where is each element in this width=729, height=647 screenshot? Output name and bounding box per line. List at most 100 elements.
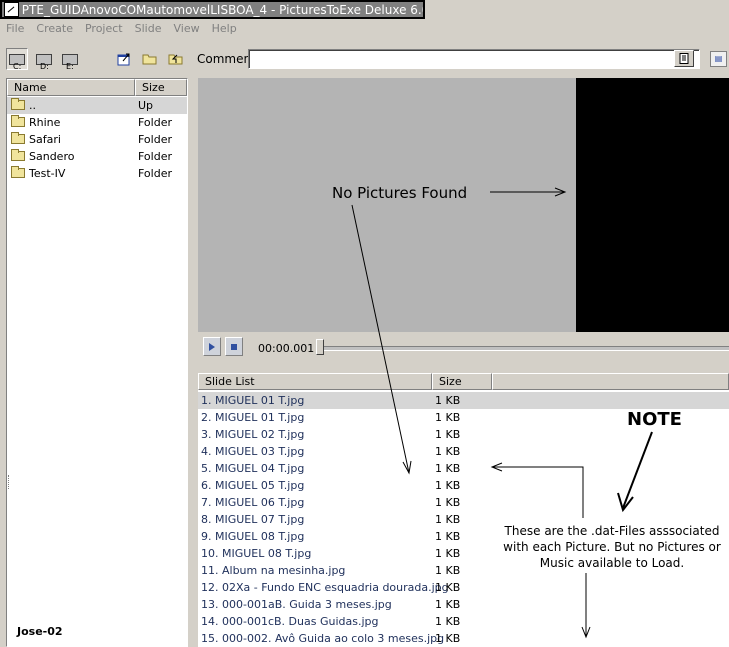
column-header-name[interactable]: Name bbox=[7, 79, 135, 96]
file-name: .. bbox=[29, 99, 36, 112]
slide-name: 7. MIGUEL 06 T.jpg bbox=[201, 496, 305, 509]
drive-c-button[interactable]: C: bbox=[6, 48, 28, 70]
open-folder-button[interactable] bbox=[139, 48, 161, 70]
slide-row[interactable]: 7. MIGUEL 06 T.jpg 1 KB bbox=[198, 494, 729, 511]
file-size: Folder bbox=[138, 150, 172, 163]
drive-c-icon: C: bbox=[9, 53, 25, 70]
slide-row[interactable]: 5. MIGUEL 04 T.jpg 1 KB bbox=[198, 460, 729, 477]
signature: Jose-02 bbox=[17, 625, 63, 638]
slide-size: 1 KB bbox=[435, 462, 461, 475]
file-row[interactable]: Safari Folder bbox=[7, 131, 187, 148]
folder-icon bbox=[11, 98, 25, 110]
play-button[interactable] bbox=[203, 337, 221, 356]
menu-create[interactable]: Create bbox=[30, 22, 79, 35]
file-row[interactable]: Sandero Folder bbox=[7, 148, 187, 165]
column-header-slide-size[interactable]: Size bbox=[432, 373, 492, 390]
slide-name: 5. MIGUEL 04 T.jpg bbox=[201, 462, 305, 475]
slide-size: 1 KB bbox=[435, 564, 461, 577]
slide-name: 13. 000-001aB. Guida 3 meses.jpg bbox=[201, 598, 392, 611]
document-icon bbox=[679, 53, 689, 64]
note-line: Music available to Load. bbox=[539, 556, 685, 570]
window-title: PTE_GUIDAnovoCOMautomovelLISBOA_4 - Pict… bbox=[21, 2, 423, 17]
seek-track[interactable] bbox=[322, 346, 729, 351]
file-size: Folder bbox=[138, 133, 172, 146]
menu-help[interactable]: Help bbox=[206, 22, 243, 35]
menu-view[interactable]: View bbox=[167, 22, 205, 35]
file-name: Rhine bbox=[29, 116, 61, 129]
slide-row[interactable]: 14. 000-001cB. Duas Guidas.jpg 1 KB bbox=[198, 613, 729, 630]
slide-row[interactable]: 4. MIGUEL 03 T.jpg 1 KB bbox=[198, 443, 729, 460]
folder-icon bbox=[11, 149, 25, 161]
time-display: 00:00.001 bbox=[258, 342, 315, 355]
slide-name: 4. MIGUEL 03 T.jpg bbox=[201, 445, 305, 458]
slide-size: 1 KB bbox=[435, 445, 461, 458]
file-name: Test-IV bbox=[29, 167, 66, 180]
slide-name: 1. MIGUEL 01 T.jpg bbox=[201, 394, 305, 407]
drive-e-icon: E: bbox=[62, 53, 78, 70]
slide-size: 1 KB bbox=[435, 428, 461, 441]
menu-slide[interactable]: Slide bbox=[129, 22, 168, 35]
file-row[interactable]: Test-IV Folder bbox=[7, 165, 187, 182]
menu-project[interactable]: Project bbox=[79, 22, 129, 35]
slide-size: 1 KB bbox=[435, 513, 461, 526]
slide-size: 1 KB bbox=[435, 530, 461, 543]
file-row-up[interactable]: .. Up bbox=[7, 97, 187, 114]
slide-row[interactable]: 15. 000-002. Avô Guida ao colo 3 meses.j… bbox=[198, 630, 729, 647]
column-header-size[interactable]: Size bbox=[135, 79, 187, 96]
column-header-slide-list[interactable]: Slide List bbox=[198, 373, 432, 390]
window-titlebar[interactable]: PTE_GUIDAnovoCOMautomovelLISBOA_4 - Pict… bbox=[0, 0, 425, 19]
slide-name: 9. MIGUEL 08 T.jpg bbox=[201, 530, 305, 543]
slide-size: 1 KB bbox=[435, 581, 461, 594]
slide-size: 1 KB bbox=[435, 615, 461, 628]
slide-size: 1 KB bbox=[435, 598, 461, 611]
folder-icon bbox=[11, 166, 25, 178]
slide-size: 1 KB bbox=[435, 547, 461, 560]
slide-row[interactable]: 6. MIGUEL 05 T.jpg 1 KB bbox=[198, 477, 729, 494]
open-external-button[interactable] bbox=[113, 48, 135, 70]
file-row[interactable]: Rhine Folder bbox=[7, 114, 187, 131]
note-line: with each Picture. But no Pictures or bbox=[503, 540, 721, 554]
slide-size: 1 KB bbox=[435, 496, 461, 509]
no-pictures-message: No Pictures Found bbox=[332, 184, 468, 202]
folder-icon bbox=[11, 115, 25, 127]
comment-edit-button[interactable] bbox=[674, 50, 694, 67]
note-text: These are the .dat-Files asssociated wit… bbox=[477, 523, 729, 571]
slide-name: 14. 000-001cB. Duas Guidas.jpg bbox=[201, 615, 379, 628]
comment-label: Comment bbox=[197, 52, 256, 66]
stop-icon bbox=[231, 343, 237, 350]
folder-icon bbox=[11, 132, 25, 144]
properties-button[interactable]: ▤ bbox=[710, 51, 727, 67]
file-browser: Name Size .. Up Rhine Folder Safari Fold… bbox=[6, 78, 188, 647]
properties-icon: ▤ bbox=[714, 54, 723, 63]
menu-file[interactable]: File bbox=[0, 22, 30, 35]
slide-row[interactable]: 12. 02Xa - Fundo ENC esquadria dourada.j… bbox=[198, 579, 729, 596]
play-icon bbox=[209, 342, 215, 351]
splitter-grip[interactable] bbox=[8, 475, 12, 489]
slide-row[interactable]: 1. MIGUEL 01 T.jpg 1 KB bbox=[198, 392, 729, 409]
slide-name: 2. MIGUEL 01 T.jpg bbox=[201, 411, 305, 424]
drive-e-button[interactable]: E: bbox=[59, 48, 81, 70]
stop-button[interactable] bbox=[225, 337, 243, 356]
slide-name: 8. MIGUEL 07 T.jpg bbox=[201, 513, 305, 526]
slide-name: 3. MIGUEL 02 T.jpg bbox=[201, 428, 305, 441]
slide-name: 12. 02Xa - Fundo ENC esquadria dourada.j… bbox=[201, 581, 449, 594]
slide-name: 11. Album na mesinha.jpg bbox=[201, 564, 346, 577]
slide-size: 1 KB bbox=[435, 479, 461, 492]
open-window-icon bbox=[117, 53, 130, 66]
drive-d-button[interactable]: D: bbox=[33, 48, 55, 70]
player-bar: 00:00.001 bbox=[198, 334, 729, 362]
folder-up-button[interactable] bbox=[165, 48, 187, 70]
seek-thumb[interactable] bbox=[316, 339, 324, 355]
menu-bar: File Create Project Slide View Help bbox=[0, 20, 729, 37]
slide-name: 15. 000-002. Avô Guida ao colo 3 meses.j… bbox=[201, 632, 445, 645]
slide-name: 6. MIGUEL 05 T.jpg bbox=[201, 479, 305, 492]
slide-row[interactable]: 13. 000-001aB. Guida 3 meses.jpg 1 KB bbox=[198, 596, 729, 613]
app-icon bbox=[4, 2, 19, 17]
file-size: Up bbox=[138, 99, 154, 112]
folder-up-icon bbox=[168, 54, 183, 65]
file-name: Safari bbox=[29, 133, 61, 146]
comment-input[interactable] bbox=[248, 49, 700, 69]
slide-name: 10. MIGUEL 08 T.jpg bbox=[201, 547, 312, 560]
slide-size: 1 KB bbox=[435, 411, 461, 424]
file-name: Sandero bbox=[29, 150, 75, 163]
